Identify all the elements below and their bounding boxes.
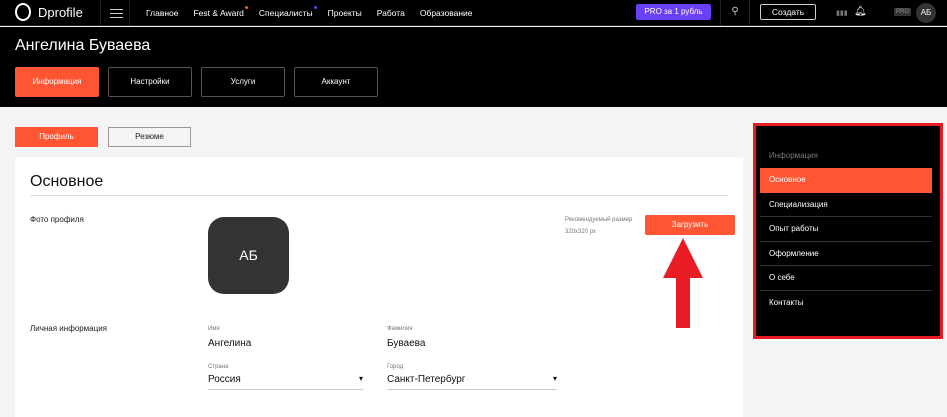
profile-photo: АБ [208,217,289,294]
rec-line1: Рекомендуемый размер [565,217,633,223]
sidebar-heading: Информация [769,151,818,160]
first-name-field[interactable]: Имя Ангелина [208,326,363,353]
nav-fest[interactable]: Fest & Award [193,6,248,18]
field-value: Ангелина [208,338,252,349]
nav-home[interactable]: Главное [146,8,178,18]
country-select[interactable]: Страна Россия [208,364,363,390]
tab-account[interactable]: Аккаунт [294,67,378,97]
new-dot-icon [244,6,248,9]
nav-education[interactable]: Образование [420,8,473,18]
tab-settings[interactable]: Настройки [108,67,192,97]
rec-line2: 320x320 px [565,229,597,235]
personal-info-label: Личная информация [30,324,108,333]
top-bar: Dprofile Главное Fest & Award Специалист… [0,0,947,26]
field-label: Город [387,364,404,370]
nav-specialists[interactable]: Специалисты [258,6,317,18]
sidebar-item-contacts[interactable]: Контакты [760,291,932,316]
sidebar: Информация Основное Специализация Опыт р… [753,123,943,339]
logo-text: Dprofile [38,4,83,20]
main-nav: Главное Fest & Award Специалисты Проекты… [146,6,473,18]
upload-button[interactable]: Загрузить [645,215,735,235]
last-name-field[interactable]: Фамилия Буваева [387,326,542,353]
search-icon[interactable]: ⚲ [720,0,750,26]
field-label: Имя [208,326,220,332]
tab-info[interactable]: Информация [15,67,99,97]
sidebar-item-about[interactable]: О себе [760,266,932,291]
main-card: Основное Фото профиля АБ Рекомендуемый р… [15,157,743,417]
city-select[interactable]: Город Санкт-Петербург [387,364,557,390]
field-value: Буваева [387,338,426,349]
page-title: Ангелина Буваева [15,37,151,54]
sidebar-item-main[interactable]: Основное [760,168,932,193]
logo-icon [15,3,31,21]
field-label: Страна [208,364,229,370]
create-button[interactable]: Создать [760,4,816,20]
sidebar-item-experience[interactable]: Опыт работы [760,217,932,242]
logo[interactable]: Dprofile [15,3,83,21]
nav-fest-label: Fest & Award [193,8,244,18]
subtab-resume[interactable]: Резюме [108,127,191,147]
subtab-profile[interactable]: Профиль [15,127,98,147]
new-dot-icon [313,6,317,9]
sidebar-item-specialization[interactable]: Специализация [760,193,932,217]
sidebar-item-design[interactable]: Оформление [760,242,932,266]
pro-badge: PRO [894,8,912,16]
section-title: Основное [30,173,104,190]
recommended-size: Рекомендуемый размер 320x320 px [565,214,632,238]
stats-icon[interactable]: ▮▮▮ [836,9,848,17]
nav-projects[interactable]: Проекты [328,8,362,18]
field-value: Россия [208,374,363,390]
divider [30,195,728,196]
annotation-arrow-icon [663,238,703,328]
pro-button[interactable]: PRO за 1 рубль [636,4,711,20]
field-value: Санкт-Петербург [387,374,557,390]
avatar[interactable]: АБ [916,3,936,23]
photo-label: Фото профиля [30,215,84,224]
tab-services[interactable]: Услуги [201,67,285,97]
menu-icon[interactable] [100,0,130,26]
field-label: Фамилия [387,326,413,332]
bell-icon[interactable]: 🔔︎ [854,6,867,17]
nav-specialists-label: Специалисты [258,8,313,18]
profile-header: Ангелина Буваева Информация Настройки Ус… [0,27,947,107]
nav-work[interactable]: Работа [377,8,405,18]
